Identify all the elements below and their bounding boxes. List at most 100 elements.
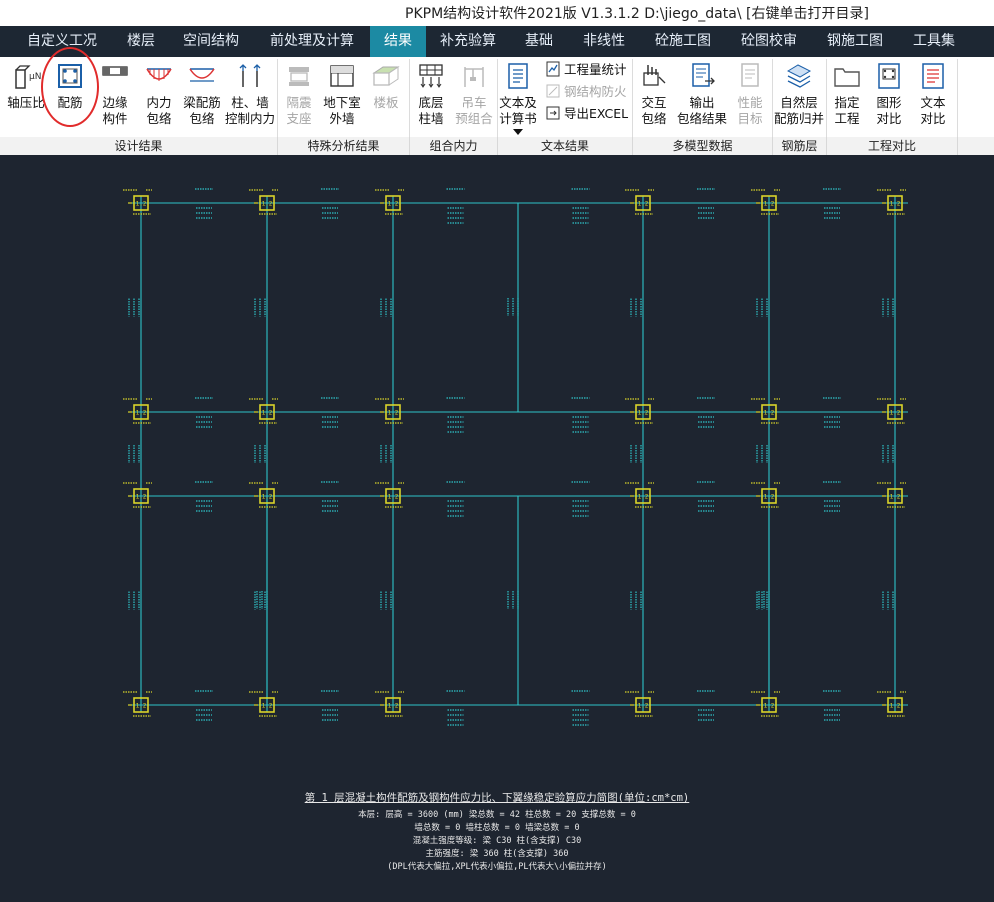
output-envelope-button[interactable]: 输出 包络结果 <box>675 57 729 137</box>
beam-rebar-envelope-icon <box>189 68 215 82</box>
group-label-project-compare: 工程对比 <box>827 137 958 155</box>
menu-supplementary-check[interactable]: 补充验算 <box>430 26 506 57</box>
basement-wall-icon <box>330 65 354 87</box>
column-label: 1.2 <box>890 410 901 417</box>
menu-preprocess-calc[interactable]: 前处理及计算 <box>260 26 364 57</box>
crane-combination-icon <box>464 67 484 87</box>
basement-wall-button[interactable]: 地下室 外墙 <box>320 57 364 137</box>
performance-target-icon <box>741 63 759 87</box>
column-label: 1.2 <box>262 201 273 208</box>
drawing-canvas[interactable]: 1.2 1.2 1.2 1.2 1.2 1.2 1.2 1.2 1.2 1.2 1.2 1.2 1.2 1… <box>0 156 994 898</box>
edge-member-icon <box>102 66 128 76</box>
column-label: 1.2 <box>764 201 775 208</box>
bottom-column-wall-button[interactable]: 底层 柱墙 <box>410 57 452 137</box>
performance-target-button[interactable]: 性能 目标 <box>729 57 771 137</box>
menu-concrete-drawings[interactable]: 砼施工图 <box>646 26 720 57</box>
drawing-title: 第 1 层混凝土构件配筋及钢构件应力比、下翼缘稳定验算应力简图(单位:cm*cm… <box>304 792 690 804</box>
reinforcement-button[interactable]: 配筋 <box>48 57 92 137</box>
group-label-empty <box>958 137 994 155</box>
column-label: 1.2 <box>388 410 399 417</box>
export-excel-button[interactable]: 导出EXCEL <box>545 104 628 124</box>
column-label: 1.2 <box>136 410 147 417</box>
menu-toolset[interactable]: 工具集 <box>904 26 964 57</box>
column-label: 1.2 <box>136 201 147 208</box>
column-label: 1.2 <box>388 201 399 208</box>
beam-rebar-envelope-button[interactable]: 梁配筋 包络 <box>180 57 224 137</box>
note-line: (DPL代表大偏拉,XPL代表小偏拉,PL代表大\小偏拉并存) <box>387 862 607 872</box>
column-label: 1.2 <box>764 410 775 417</box>
note-line: 混凝土强度等级: 梁 C30 柱(含支撑) C30 <box>412 836 582 846</box>
text-compare-button[interactable]: 文本 对比 <box>911 57 955 137</box>
group-label-design-results: 设计结果 <box>0 137 278 155</box>
menu-nonlinear[interactable]: 非线性 <box>574 26 634 57</box>
floor-plan-drawing: 1.2 1.2 1.2 1.2 1.2 1.2 1.2 1.2 1.2 1.2 1.2 1.2 1.2 1… <box>123 188 908 726</box>
layer-rebar-merge-icon <box>786 64 812 88</box>
column-label: 1.2 <box>890 201 901 208</box>
menu-foundation[interactable]: 基础 <box>516 26 562 57</box>
note-line: 主筋强度: 梁 360 柱(含支撑) 360 <box>425 849 569 859</box>
folder-icon <box>834 68 860 87</box>
text-compare-icon <box>922 63 944 89</box>
text-report-icon <box>508 63 528 89</box>
column-label: 1.2 <box>764 703 775 710</box>
group-separator <box>957 59 958 137</box>
column-label: 1.2 <box>638 410 649 417</box>
output-envelope-icon <box>692 63 715 87</box>
column-label: 1.2 <box>638 703 649 710</box>
force-envelope-icon <box>146 68 172 81</box>
group-label-special-analysis: 特殊分析结果 <box>278 137 410 155</box>
axial-ratio-button[interactable]: μN 轴压比 <box>4 57 48 137</box>
window-title: PKPM结构设计软件2021版 V1.3.1.2 D:\jiego_data\ … <box>405 6 869 22</box>
column-label: 1.2 <box>388 494 399 501</box>
interactive-envelope-button[interactable]: 交互 包络 <box>633 57 675 137</box>
menu-concrete-review[interactable]: 砼图校审 <box>732 26 806 57</box>
column-label: 1.2 <box>638 494 649 501</box>
reinforcement-icon <box>58 64 82 88</box>
group-label-text-results: 文本结果 <box>498 137 633 155</box>
statistics-icon <box>546 61 560 77</box>
menu-space-structure[interactable]: 空间结构 <box>176 26 246 57</box>
ribbon-toolbar: μN 轴压比 配筋 边缘 构件 内力 包络 梁配筋 包络 柱、墙 控制内力 隔震… <box>0 57 994 155</box>
column-label: 1.2 <box>388 703 399 710</box>
export-icon <box>546 106 560 120</box>
axial-ratio-icon: μN <box>15 65 41 89</box>
column-label: 1.2 <box>262 494 273 501</box>
group-label-multi-model: 多模型数据 <box>633 137 773 155</box>
note-line: 墙总数 = 0 墙柱总数 = 0 墙梁总数 = 0 <box>414 823 580 833</box>
note-line: 本层: 层高 = 3600 (mm) 梁总数 = 42 柱总数 = 20 支撑总… <box>358 810 636 820</box>
menu-bar: 自定义工况 楼层 空间结构 前处理及计算 结果 补充验算 基础 非线性 砼施工图… <box>0 26 994 57</box>
interactive-envelope-icon <box>643 65 666 86</box>
column-label: 1.2 <box>262 703 273 710</box>
graphic-compare-icon <box>878 63 900 89</box>
floor-slab-button[interactable]: 楼板 <box>364 57 408 137</box>
menu-floors[interactable]: 楼层 <box>116 26 166 57</box>
quantity-statistics-button[interactable]: 工程量统计 <box>545 60 627 80</box>
graphic-compare-button[interactable]: 图形 对比 <box>867 57 911 137</box>
group-label-combined-forces: 组合内力 <box>410 137 498 155</box>
isolation-bearing-button[interactable]: 隔震 支座 <box>278 57 320 137</box>
svg-text:μN: μN <box>29 72 41 82</box>
column-label: 1.2 <box>262 410 273 417</box>
text-report-button[interactable]: 文本及 计算书 <box>498 57 538 137</box>
drawing-notes: 第 1 层混凝土构件配筋及钢构件应力比、下翼缘稳定验算应力简图(单位:cm*cm… <box>0 790 994 874</box>
column-label: 1.2 <box>136 494 147 501</box>
steel-fire-protection-button[interactable]: 钢结构防火 <box>545 82 627 102</box>
menu-steel-drawings[interactable]: 钢施工图 <box>818 26 892 57</box>
fire-protection-icon <box>546 84 560 98</box>
bottom-column-wall-icon <box>419 64 443 88</box>
column-label: 1.2 <box>890 703 901 710</box>
menu-custom-cases[interactable]: 自定义工况 <box>18 26 106 57</box>
column-label: 1.2 <box>136 703 147 710</box>
force-envelope-button[interactable]: 内力 包络 <box>138 57 180 137</box>
column-label: 1.2 <box>764 494 775 501</box>
dropdown-arrow-icon[interactable] <box>513 129 523 135</box>
layer-rebar-merge-button[interactable]: 自然层 配筋归并 <box>773 57 825 137</box>
specify-project-button[interactable]: 指定 工程 <box>827 57 867 137</box>
menu-results[interactable]: 结果 <box>370 26 426 57</box>
edge-member-button[interactable]: 边缘 构件 <box>92 57 138 137</box>
column-label: 1.2 <box>638 201 649 208</box>
crane-combination-button[interactable]: 吊车 预组合 <box>452 57 496 137</box>
column-wall-force-button[interactable]: 柱、墙 控制内力 <box>224 57 276 137</box>
group-label-rebar-layer: 钢筋层 <box>773 137 827 155</box>
title-bar: PKPM结构设计软件2021版 V1.3.1.2 D:\jiego_data\ … <box>0 0 994 26</box>
